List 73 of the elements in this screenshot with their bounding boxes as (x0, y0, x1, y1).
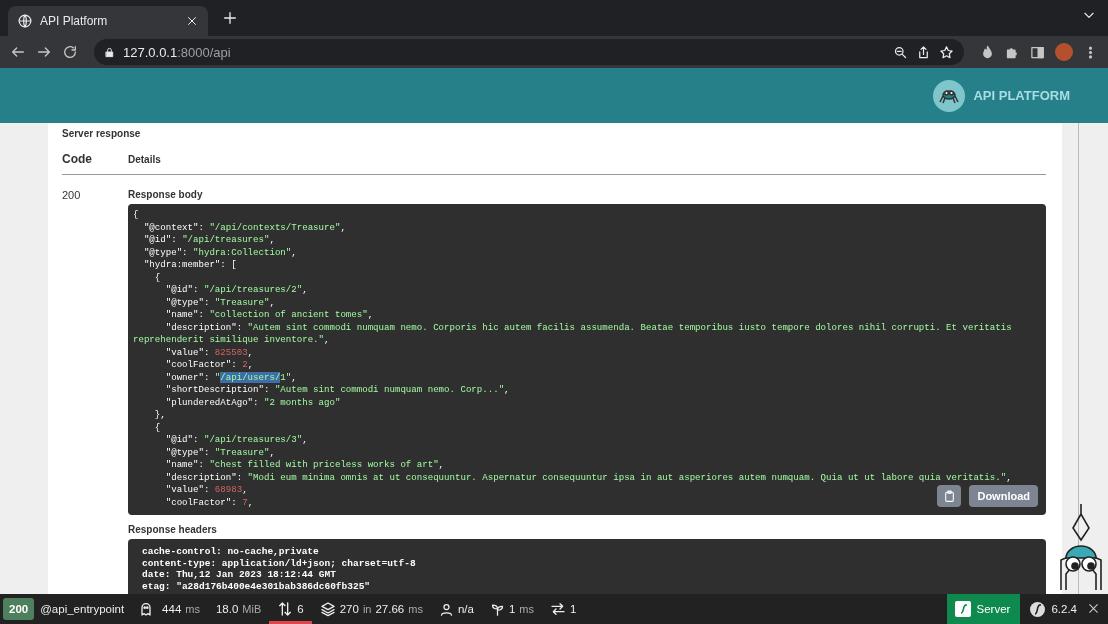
column-header: Details (128, 154, 161, 165)
code-line: { (133, 209, 139, 222)
section-title: Server response (62, 128, 142, 139)
code-line: "@id": "/api/treasures/3", (164, 434, 308, 447)
toolbar-item[interactable]: 18.0 MiB (207, 594, 270, 624)
share-icon[interactable] (916, 44, 931, 60)
copy-button[interactable] (937, 485, 962, 507)
code-line: "value": 68983, (164, 484, 248, 497)
back-icon[interactable] (10, 44, 26, 60)
plus-icon[interactable] (222, 10, 238, 26)
version-item[interactable]: 6.2.4 (1020, 601, 1087, 617)
flame-icon[interactable] (980, 44, 995, 60)
code-line: }, (153, 409, 166, 422)
code-line: date: Thu,12 Jan 2023 18:12:44 GMT (142, 569, 336, 581)
code-line: "value": 825503, (164, 346, 254, 359)
code-line: "@type": "hydra:Collection", (142, 246, 297, 259)
code-line: cache-control: no-cache,private (142, 546, 319, 558)
code-line: "@id": "/api/treasures", (142, 234, 275, 247)
server-button[interactable]: Server (946, 594, 1021, 624)
status-code: 200 (62, 189, 81, 201)
lock-icon (104, 46, 115, 58)
clipboard-icon (942, 489, 956, 503)
toolbar-item[interactable]: n/a (430, 594, 482, 624)
code-line: "shortDescription": "Autem sint commodi numquam nemo. Corp...", (164, 384, 510, 397)
sprout-icon (489, 601, 505, 617)
browser-tab[interactable]: API Platform (8, 6, 208, 36)
code-line: { (153, 271, 161, 284)
url-text: 127.0.0.1:8000/api (123, 44, 231, 60)
code-line: "coolFactor": 2, (164, 359, 254, 372)
zoom-icon[interactable] (893, 44, 908, 60)
spider-logo-icon[interactable] (933, 79, 966, 112)
logo-text: API PLATFORM (973, 88, 1070, 103)
code-line: "name": "chest filled with priceless works of art", (164, 459, 445, 472)
symfony-logo-icon (1030, 601, 1046, 617)
arrows-icon (550, 601, 566, 617)
code-line: "@type": "Treasure", (164, 296, 275, 309)
code-line: "@type": "Treasure", (164, 446, 275, 459)
close-icon[interactable] (186, 15, 198, 27)
person-icon (438, 601, 454, 617)
forward-icon[interactable] (36, 44, 52, 60)
toolbar-item[interactable]: 270 in 27.66 ms (311, 594, 431, 624)
sort-arrows-icon (277, 601, 294, 617)
reload-icon[interactable] (62, 44, 78, 60)
star-icon[interactable] (939, 44, 954, 60)
address-bar[interactable]: 127.0.0.1:8000/api (94, 39, 964, 65)
globe-icon (18, 14, 32, 28)
code-line: etag: "a28d176b400e4e301bab386dc60fb325" (142, 580, 371, 592)
toolbar-item[interactable]: 444 ms (154, 594, 208, 624)
avatar[interactable] (1055, 43, 1073, 61)
code-line: { (153, 421, 161, 434)
code-line: content-type: application/ld+json; charset=utf-8 (142, 557, 416, 569)
download-button[interactable]: Download (969, 485, 1038, 507)
status-badge[interactable]: 200 (3, 598, 35, 620)
toolbar-item[interactable]: 1 (542, 594, 585, 624)
column-header: Code (62, 152, 93, 166)
code-line: "coolFactor": 7, (164, 496, 254, 509)
code-line: reprehenderit similique inventore.", (133, 334, 330, 347)
code-line: "@id": "/api/treasures/2", (164, 284, 308, 297)
layers-icon (319, 601, 336, 617)
code-line: "owner": "/api/users/1", (164, 371, 297, 384)
toolbar-item[interactable]: 1 ms (481, 594, 542, 624)
code-line: "@context": "/api/contexts/Treasure", (142, 221, 346, 234)
code-line: "name": "collection of ancient tomes", (164, 309, 374, 322)
code-line: "description": "Autem sint commodi numquam nemo. Corporis hic autem facilis assumenda. Beatae temporibus iusto tempore dolores nihil corrupti. Et veritatis (164, 321, 1012, 334)
route-name[interactable]: @api_entrypoint (40, 603, 125, 615)
code-line: "hydra:member": [ (142, 259, 237, 272)
section-label: Response headers (128, 524, 217, 535)
code-line: "description": "Modi eum minima omnis at ut consequuntur. Aspernatur consequuntur ipsa in aut asperiores autem numquam. Quia ut ut labore quia veritatis.", (164, 471, 1012, 484)
close-icon[interactable] (1087, 601, 1100, 615)
sidebar-icon[interactable] (1030, 44, 1045, 60)
code-line: "plunderedAtAgo": "2 months ago" (164, 396, 341, 409)
toolbar-item[interactable]: 6 (269, 594, 312, 624)
section-label: Response body (128, 189, 203, 200)
